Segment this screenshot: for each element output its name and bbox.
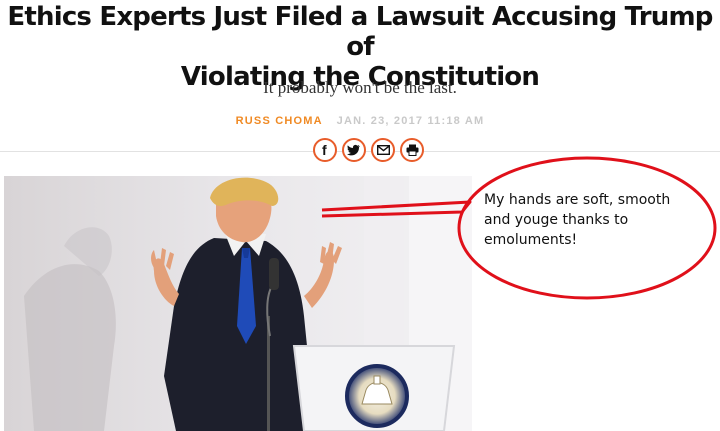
share-bar: f: [313, 138, 424, 162]
facebook-icon: f: [322, 143, 327, 157]
print-icon: [406, 144, 418, 156]
publish-date: JAN. 23, 2017 11:18 AM: [336, 115, 485, 127]
email-share-button[interactable]: [371, 138, 395, 162]
svg-text:f: f: [322, 143, 327, 157]
article-photo: [4, 176, 472, 431]
print-share-button[interactable]: [400, 138, 424, 162]
subheadline: It probably won't be the last.: [263, 78, 457, 97]
twitter-share-button[interactable]: [342, 138, 366, 162]
email-icon: [376, 145, 390, 155]
headline-line-1: Ethics Experts Just Filed a Lawsuit Accu…: [7, 2, 713, 62]
author-link[interactable]: RUSS CHOMA: [236, 115, 323, 127]
facebook-share-button[interactable]: f: [313, 138, 337, 162]
twitter-icon: [347, 144, 360, 156]
byline: RUSS CHOMA JAN. 23, 2017 11:18 AM: [0, 115, 720, 127]
callout-annotation-text: My hands are soft, smooth and youge than…: [484, 192, 671, 248]
